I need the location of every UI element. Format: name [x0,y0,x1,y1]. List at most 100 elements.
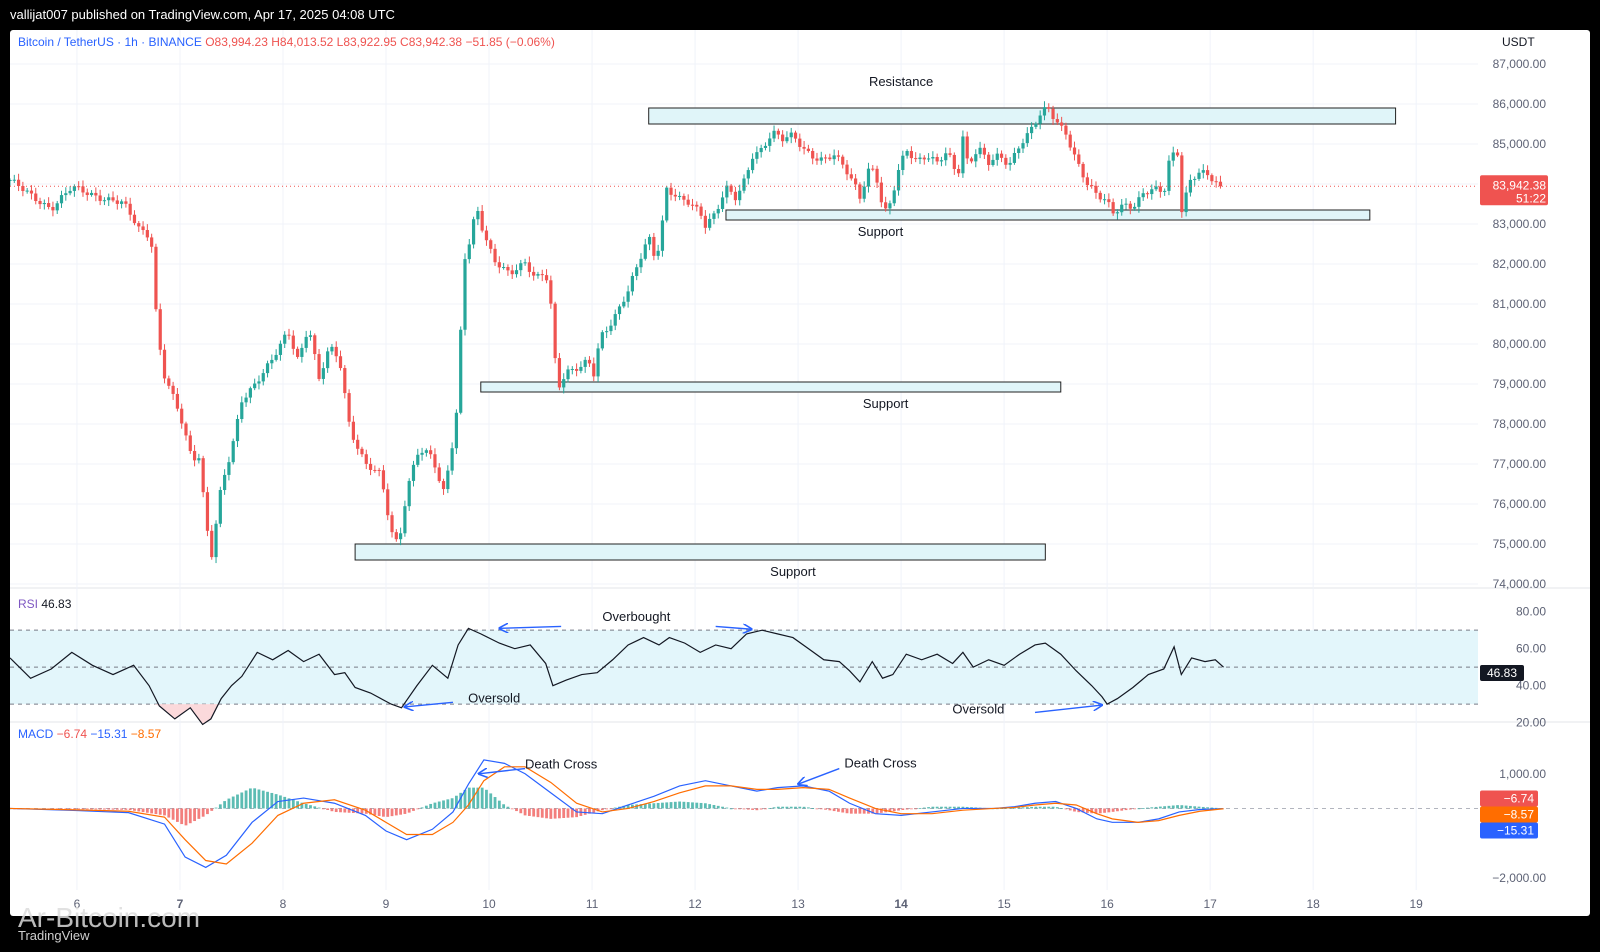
macd-histogram-bar [390,808,394,817]
candle [1197,172,1201,179]
rsi-pane: 80.0060.0040.0020.0046.83RSI 46.83Overbo… [10,597,1546,730]
macd-histogram-bar [1210,807,1214,809]
annotation-label: Death Cross [525,757,598,772]
candle [399,533,403,540]
candle [690,204,695,206]
macd-histogram-bar [1150,807,1154,809]
macd-histogram-bar [90,808,93,810]
candle [901,155,905,170]
candle [905,150,909,156]
macd-histogram-bar [158,808,162,815]
candle [574,368,579,371]
macd-histogram-bar [188,808,192,824]
candle [759,147,763,153]
candle [343,368,347,394]
candle [115,200,119,204]
candle [1068,134,1072,148]
rsi-tick-label: 80.00 [1516,605,1546,619]
rsi-tick-label: 60.00 [1516,642,1546,656]
candle [922,157,926,160]
candle [102,200,107,202]
macd-histogram-bar [742,808,746,810]
rsi-oversold-shade [154,704,220,725]
candle [480,211,484,231]
low-value: L83,922.95 [337,35,400,49]
candle [386,489,390,516]
candle [733,191,738,201]
candle [1201,170,1205,173]
candle [849,174,853,179]
candle [373,469,377,471]
candle [368,463,373,470]
macd-histogram-bar [248,788,252,809]
candle [394,532,398,540]
macd-histogram-bar [150,808,154,814]
macd-histogram-bar [330,808,334,812]
price-tick-label: 76,000.00 [1493,497,1547,511]
macd-histogram-bar [1171,805,1175,809]
macd-histogram-bar [489,793,493,809]
candle [935,156,939,162]
macd-histogram-bar [283,796,287,809]
macd-histogram-bar [738,808,742,810]
macd-histogram-bar [1176,805,1179,809]
macd-histogram-bar [695,802,699,809]
macd-histogram-bar [931,806,935,809]
macd-histogram-bar [575,808,578,818]
macd-histogram-bar [854,808,858,814]
candle [257,381,261,384]
candle [785,137,789,142]
candle [815,158,819,161]
candle [884,202,888,209]
macd-histogram-bar [678,801,682,809]
candle [871,168,875,170]
chart-canvas[interactable]: Resistance Support Support Support 87,000.00… [10,30,1590,916]
macd-histogram-bar [416,808,420,810]
candle [1029,126,1034,134]
macd-histogram-bar [201,808,205,817]
macd-histogram-bar [725,807,729,809]
price-tick-label: 81,000.00 [1493,297,1547,311]
candle [390,515,394,533]
candle [832,155,836,160]
candle [1107,199,1111,203]
macd-histogram-bar [274,794,278,809]
macd-histogram-bar [566,808,570,818]
candle [34,193,38,202]
macd-histogram-bar [1103,808,1106,813]
macd-hist-value: −8.57 [131,727,162,741]
candle [1012,153,1017,163]
candle [493,248,497,263]
candle [854,178,858,185]
annotation-label: Oversold [468,690,520,705]
macd-histogram-bar [609,808,613,810]
candle [798,138,802,147]
candle [403,506,407,534]
macd-histogram-bar [442,800,445,809]
macd-histogram-bar [497,800,501,809]
macd-histogram-bar [656,802,660,809]
annotation-arrow [1034,705,1102,714]
macd-histogram-bar [214,807,218,809]
time-tick-label: 16 [1100,897,1114,911]
macd-histogram-bar [755,808,759,811]
candle [519,263,523,271]
macd-histogram-bar [699,802,703,809]
candle [450,448,454,471]
macd-histogram-bar [412,808,415,811]
macd-histogram-bar [85,808,89,810]
macd-histogram-bar [128,808,132,811]
price-tick-label: 77,000.00 [1493,457,1547,471]
candle [1184,192,1188,213]
macd-histogram-bar [785,806,789,809]
candle [1064,125,1068,135]
candle [424,450,428,453]
macd-histogram-bar [759,808,763,810]
candle [51,206,55,211]
candle [999,153,1004,158]
time-tick-label: 14 [894,897,908,911]
macd-histogram-bar [1163,806,1167,809]
macd-histogram-bar [111,808,115,810]
candle [360,448,364,455]
time-tick-label: 15 [997,897,1011,911]
